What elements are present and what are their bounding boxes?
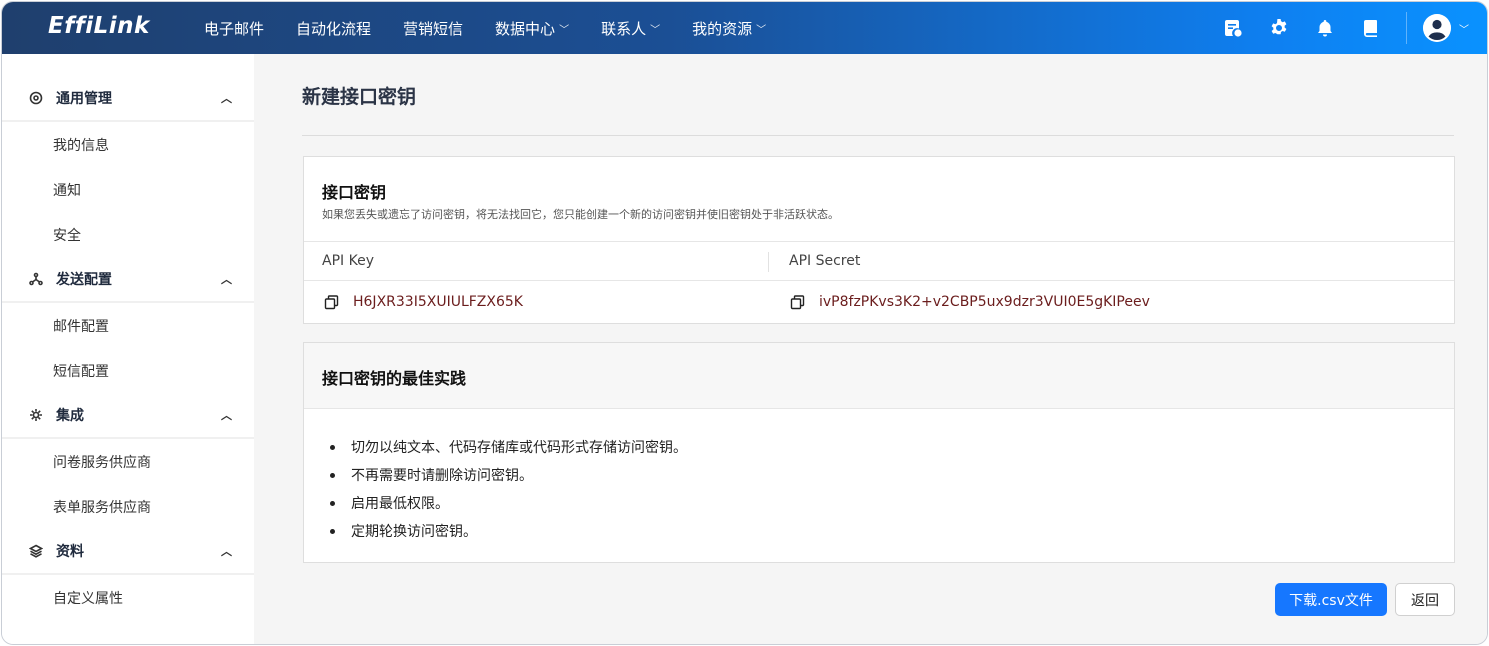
column-header-api-key: API Key	[322, 253, 374, 269]
nav-label: 数据中心	[495, 19, 556, 38]
list-item-text: 定期轮换访问密钥。	[351, 524, 477, 540]
sidebar-item-survey-providers[interactable]: 问卷服务供应商	[2, 439, 254, 484]
section-label: 资料	[56, 544, 84, 560]
sidebar-item-email-config[interactable]: 邮件配置	[2, 303, 254, 348]
bullet-dot	[330, 444, 335, 450]
list-item: 定期轮换访问密钥。	[330, 517, 687, 545]
nav-label: 我的资源	[692, 19, 753, 38]
api-key-cell: H6JXR33I5XUIULFZX65K	[324, 294, 523, 310]
sidebar-item-sms-config[interactable]: 短信配置	[2, 348, 254, 393]
sidebar-section-profile-data[interactable]: 资料 ︿	[2, 529, 254, 575]
chevron-down-icon: ﹀	[559, 24, 570, 36]
settings-sidebar: 通用管理 ︿ 我的信息 通知 安全 发送配置 ︿ 邮件配置 短信配置 集成 ︿ …	[2, 54, 254, 644]
card-subtitle: 如果您丢失或遗忘了访问密钥，将无法找回它，您只能创建一个新的访问密钥并使旧密钥处…	[322, 208, 839, 221]
gear-icon[interactable]	[1268, 17, 1290, 39]
chevron-down-icon: ﹀	[650, 24, 661, 36]
column-divider	[768, 252, 769, 272]
bullet-dot	[330, 500, 335, 506]
back-button[interactable]: 返回	[1395, 583, 1455, 616]
nav-item-contacts[interactable]: 联系人 ﹀	[601, 18, 660, 39]
book-icon[interactable]	[1360, 17, 1382, 39]
layers-icon	[28, 543, 44, 559]
chevron-up-icon: ︿	[221, 545, 232, 558]
sidebar-item-notifications[interactable]: 通知	[2, 167, 254, 212]
top-navbar: EffiLink 电子邮件 自动化流程 营销短信 数据中心 ﹀ 联系人 ﹀ 我的资源…	[2, 2, 1487, 54]
chevron-up-icon: ︿	[221, 273, 232, 286]
api-key-value: H6JXR33I5XUIULFZX65K	[353, 294, 523, 310]
app-window: EffiLink 电子邮件 自动化流程 营销短信 数据中心 ﹀ 联系人 ﹀ 我的资源…	[1, 1, 1488, 645]
nav-item-email[interactable]: 电子邮件	[204, 18, 264, 39]
chevron-up-icon: ︿	[221, 92, 232, 105]
card-title: 接口密钥的最佳实践	[322, 369, 467, 388]
sidebar-section-integration[interactable]: 集成 ︿	[2, 393, 254, 439]
table-row: H6JXR33I5XUIULFZX65K ivP8fzPKvs3K2+v2CBP…	[304, 281, 1454, 325]
billing-icon[interactable]	[1222, 17, 1244, 39]
list-item-text: 切勿以纯文本、代码存储库或代码形式存储访问密钥。	[351, 440, 687, 456]
api-secret-value: ivP8fzPKvs3K2+v2CBP5ux9dzr3VUI0E5gKIPeev	[819, 294, 1150, 310]
sidebar-item-security[interactable]: 安全	[2, 212, 254, 257]
bullet-dot	[330, 528, 335, 534]
list-item: 启用最低权限。	[330, 489, 687, 517]
download-csv-button[interactable]: 下载.csv文件	[1275, 583, 1387, 616]
section-label: 通用管理	[56, 91, 112, 107]
sidebar-item-my-info[interactable]: 我的信息	[2, 122, 254, 167]
nav-item-automation[interactable]: 自动化流程	[296, 18, 371, 39]
integration-icon	[28, 407, 44, 423]
share-icon	[28, 271, 44, 287]
api-key-card: 接口密钥 如果您丢失或遗忘了访问密钥，将无法找回它，您只能创建一个新的访问密钥并…	[303, 156, 1455, 324]
sidebar-section-send-config[interactable]: 发送配置 ︿	[2, 257, 254, 303]
main-nav: 电子邮件 自动化流程 营销短信 数据中心 ﹀ 联系人 ﹀ 我的资源 ﹀	[204, 2, 798, 54]
chevron-down-icon[interactable]: ﹀	[1459, 21, 1469, 36]
bullet-dot	[330, 472, 335, 478]
chevron-down-icon: ﹀	[756, 24, 767, 36]
title-divider	[302, 135, 1454, 136]
card-header: 接口密钥的最佳实践	[304, 343, 1454, 409]
bell-icon[interactable]	[1314, 17, 1336, 39]
user-avatar-icon[interactable]	[1423, 14, 1451, 42]
nav-label: 联系人	[601, 19, 647, 38]
main-content: 新建接口密钥 接口密钥 如果您丢失或遗忘了访问密钥，将无法找回它，您只能创建一个…	[254, 54, 1487, 644]
api-secret-cell: ivP8fzPKvs3K2+v2CBP5ux9dzr3VUI0E5gKIPeev	[790, 294, 1150, 310]
nav-item-data-center[interactable]: 数据中心 ﹀	[495, 18, 569, 39]
copy-icon[interactable]	[324, 294, 339, 310]
section-label: 集成	[56, 408, 84, 424]
section-label: 发送配置	[56, 272, 112, 288]
brand-logo[interactable]: EffiLink	[48, 13, 150, 39]
best-practices-list: 切勿以纯文本、代码存储库或代码形式存储访问密钥。 不再需要时请删除访问密钥。 启…	[330, 433, 687, 545]
table-header: API Key API Secret	[304, 241, 1454, 281]
nav-item-sms[interactable]: 营销短信	[403, 18, 463, 39]
sidebar-item-custom-attributes[interactable]: 自定义属性	[2, 575, 254, 620]
top-actions: ﹀	[1222, 2, 1487, 54]
target-icon	[28, 90, 44, 106]
chevron-up-icon: ︿	[221, 409, 232, 422]
nav-item-my-resources[interactable]: 我的资源 ﹀	[692, 18, 766, 39]
best-practices-card: 接口密钥的最佳实践 切勿以纯文本、代码存储库或代码形式存储访问密钥。 不再需要时…	[303, 342, 1455, 563]
card-title: 接口密钥	[322, 183, 387, 202]
sidebar-section-general[interactable]: 通用管理 ︿	[2, 76, 254, 122]
list-item-text: 不再需要时请删除访问密钥。	[351, 468, 533, 484]
toolbar-divider	[1406, 12, 1407, 44]
page-title: 新建接口密钥	[302, 86, 417, 108]
list-item: 切勿以纯文本、代码存储库或代码形式存储访问密钥。	[330, 433, 687, 461]
nav-label: 电子邮件	[204, 19, 265, 38]
list-item: 不再需要时请删除访问密钥。	[330, 461, 687, 489]
sidebar-item-form-providers[interactable]: 表单服务供应商	[2, 484, 254, 529]
list-item-text: 启用最低权限。	[351, 496, 449, 512]
nav-label: 自动化流程	[296, 19, 372, 38]
column-header-api-secret: API Secret	[789, 253, 861, 269]
copy-icon[interactable]	[790, 294, 805, 310]
nav-label: 营销短信	[403, 19, 464, 38]
